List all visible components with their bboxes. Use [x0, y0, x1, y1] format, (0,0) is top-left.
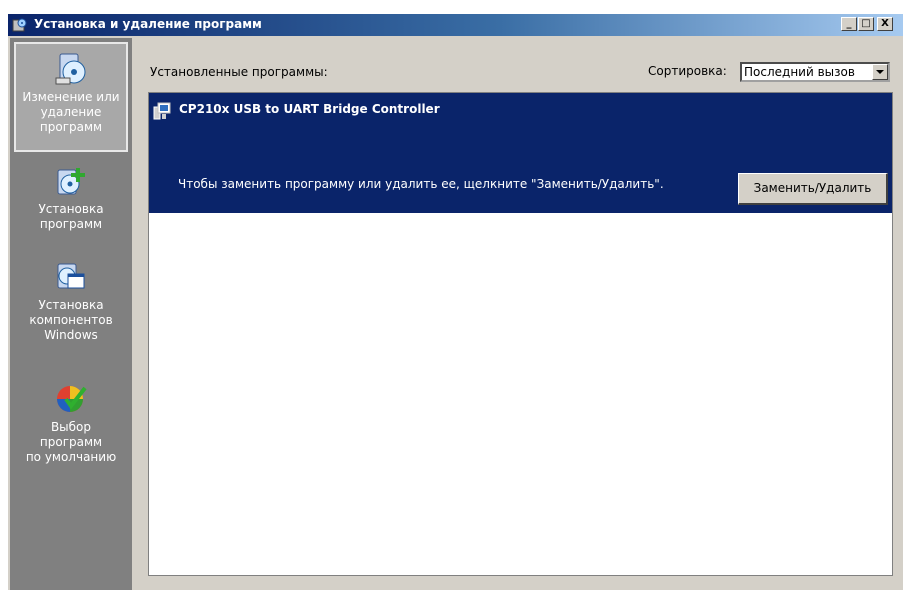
- task-sidebar: Изменение или удаление программ Установк…: [10, 38, 132, 590]
- installed-programs-label: Установленные программы:: [150, 65, 328, 79]
- change-remove-programs-icon: [55, 53, 86, 85]
- windows-components-icon: [57, 263, 85, 289]
- minimize-button[interactable]: _: [841, 17, 857, 31]
- sidebar-item-label: Выбор программ по умолчанию: [25, 420, 117, 464]
- window-title: Установка и удаление программ: [34, 17, 262, 31]
- sidebar-item-label: Изменение или удаление программ: [22, 90, 120, 134]
- programs-list[interactable]: CP210x USB to UART Bridge Controller Что…: [148, 92, 893, 576]
- main-pane: Установленные программы: Сортировка: Пос…: [132, 38, 903, 590]
- sidebar-item-add-programs[interactable]: Установка программ: [10, 164, 132, 232]
- sort-dropdown-value: Последний вызов: [744, 65, 855, 79]
- program-hint: Чтобы заменить программу или удалить ее,…: [178, 177, 664, 191]
- sort-label: Сортировка:: [648, 64, 727, 78]
- close-button[interactable]: X: [877, 17, 893, 31]
- sidebar-item-change-remove[interactable]: Изменение или удаление программ: [14, 42, 128, 152]
- sort-dropdown[interactable]: Последний вызов: [740, 62, 890, 82]
- sidebar-item-label: Установка компонентов Windows: [29, 298, 113, 342]
- add-programs-icon: [57, 168, 85, 195]
- sidebar-item-label: Установка программ: [38, 202, 104, 231]
- sidebar-item-default-programs[interactable]: Выбор программ по умолчанию: [10, 382, 132, 465]
- chevron-down-icon[interactable]: [872, 64, 888, 80]
- program-row[interactable]: CP210x USB to UART Bridge Controller Что…: [149, 93, 892, 213]
- program-name: CP210x USB to UART Bridge Controller: [179, 102, 440, 116]
- add-remove-programs-icon: [12, 18, 27, 32]
- change-remove-button[interactable]: Заменить/Удалить: [738, 173, 888, 205]
- title-bar[interactable]: Установка и удаление программ _ □ X: [8, 14, 903, 36]
- sidebar-item-windows-components[interactable]: Установка компонентов Windows: [10, 260, 132, 343]
- maximize-button[interactable]: □: [858, 17, 874, 31]
- default-programs-icon: [57, 386, 87, 412]
- program-installer-icon: [153, 102, 171, 120]
